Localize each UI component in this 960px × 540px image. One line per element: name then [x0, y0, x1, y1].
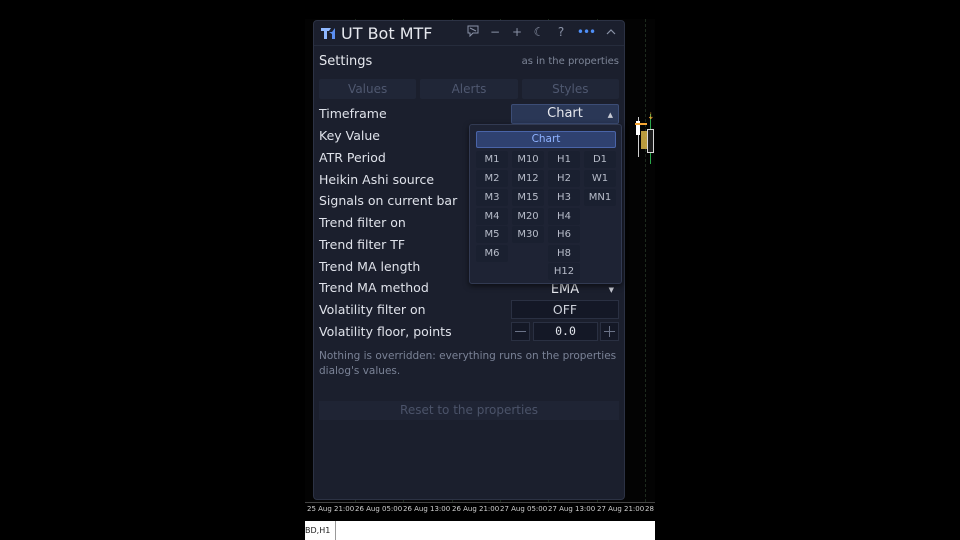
timeframe-option[interactable]: M3 — [476, 189, 508, 206]
timeframe-option[interactable]: M6 — [476, 245, 508, 262]
timeframe-option[interactable]: W1 — [584, 170, 616, 187]
caret-down-icon: ▼ — [608, 286, 614, 294]
settings-tabs: Values Alerts Styles — [319, 79, 619, 99]
settings-title: Settings — [319, 54, 373, 69]
chevron-up-icon[interactable] — [604, 25, 618, 39]
field-label-key-value: Key Value — [319, 128, 380, 143]
axis-tick: 27 Aug 13:00 — [548, 505, 596, 513]
field-label-trend-filter-tf: Trend filter TF — [319, 237, 406, 252]
panel-title: UT Bot MTF — [341, 24, 433, 43]
timeframe-option[interactable]: H12 — [548, 263, 580, 280]
settings-source-note: as in the properties — [521, 56, 619, 67]
volatility-floor-input[interactable]: 0.0 — [533, 322, 598, 341]
tab-alerts[interactable]: Alerts — [420, 79, 518, 99]
axis-tick: 26 Aug 05:00 — [355, 505, 403, 513]
minus-icon[interactable]: − — [488, 25, 502, 39]
override-info-text: Nothing is overridden: everything runs o… — [319, 350, 617, 377]
timeframe-option-chart[interactable]: Chart — [476, 131, 616, 148]
timeframe-option[interactable]: M10 — [512, 151, 544, 168]
increment-button[interactable] — [600, 322, 619, 341]
comment-icon[interactable] — [466, 25, 480, 39]
candle-bearish — [647, 129, 654, 153]
field-label-signals-current-bar: Signals on current bar — [319, 193, 458, 208]
timeframe-option[interactable]: H8 — [548, 245, 580, 262]
field-label-trend-filter-on: Trend filter on — [319, 215, 406, 230]
timeframe-option[interactable]: H4 — [548, 208, 580, 225]
timeframe-option[interactable]: H2 — [548, 170, 580, 187]
trend-ma-method-value: EMA — [550, 282, 580, 297]
field-label-trend-ma-method: Trend MA method — [319, 280, 429, 295]
panel-titlebar[interactable]: UT Bot MTF − + ☾ ? ••• — [314, 21, 624, 46]
timeframe-option[interactable]: MN1 — [584, 189, 616, 206]
field-label-volatility-floor: Volatility floor, points — [319, 324, 452, 339]
chart-tab-strip: BD,H1 — [305, 521, 655, 540]
timeframe-option[interactable]: M1 — [476, 151, 508, 168]
more-icon[interactable]: ••• — [576, 25, 596, 39]
axis-tick: 27 Aug 05:00 — [500, 505, 548, 513]
grid-line — [645, 19, 646, 512]
axis-tick: 28 A — [645, 505, 655, 513]
time-axis: 25 Aug 21:00 26 Aug 05:00 26 Aug 13:00 2… — [305, 502, 655, 521]
settings-header: Settings as in the properties — [319, 54, 619, 70]
timeframe-option[interactable]: H6 — [548, 226, 580, 243]
volatility-filter-toggle[interactable]: OFF — [511, 300, 619, 319]
help-icon[interactable]: ? — [554, 25, 568, 39]
axis-tick: 26 Aug 21:00 — [452, 505, 500, 513]
logo-icon — [321, 28, 335, 39]
timeframe-option[interactable]: M4 — [476, 208, 508, 225]
timeframe-option[interactable]: D1 — [584, 151, 616, 168]
timeframe-option[interactable]: M2 — [476, 170, 508, 187]
moon-icon[interactable]: ☾ — [532, 25, 546, 39]
decrement-button[interactable] — [511, 322, 530, 341]
tab-styles[interactable]: Styles — [521, 79, 619, 99]
field-label-atr-period: ATR Period — [319, 150, 386, 165]
tab-values[interactable]: Values — [319, 79, 417, 99]
field-label-volatility-filter: Volatility filter on — [319, 302, 426, 317]
axis-tick: 25 Aug 21:00 — [307, 505, 355, 513]
timeframe-option[interactable]: H1 — [548, 151, 580, 168]
field-label-timeframe: Timeframe — [319, 106, 387, 121]
timeframe-option[interactable]: M30 — [512, 226, 544, 243]
timeframe-option[interactable]: M12 — [512, 170, 544, 187]
timeframe-option[interactable]: M15 — [512, 189, 544, 206]
field-label-heikin-ashi: Heikin Ashi source — [319, 172, 435, 187]
reset-button[interactable]: Reset to the properties — [319, 401, 619, 420]
timeframe-option[interactable]: M20 — [512, 208, 544, 225]
timeframe-option[interactable]: M5 — [476, 226, 508, 243]
timeframe-option[interactable]: H3 — [548, 189, 580, 206]
caret-up-icon: ▲ — [607, 111, 613, 119]
field-label-trend-ma-length: Trend MA length — [319, 259, 421, 274]
candle-highlight — [641, 131, 647, 149]
timeframe-dropdown: Chart M1 M2 M3 M4 M5 M6 M10 M12 M15 M20 … — [469, 124, 622, 284]
axis-tick: 26 Aug 13:00 — [403, 505, 451, 513]
timeframe-select-value: Chart — [547, 106, 583, 121]
timeframe-select[interactable]: Chart ▲ — [511, 104, 619, 124]
chart-tab[interactable]: BD,H1 — [305, 521, 336, 540]
signal-arrow-icon: ⇣ — [647, 112, 655, 122]
signal-line — [635, 123, 647, 125]
plus-icon[interactable]: + — [510, 25, 524, 39]
axis-tick: 27 Aug 21:00 — [597, 505, 645, 513]
